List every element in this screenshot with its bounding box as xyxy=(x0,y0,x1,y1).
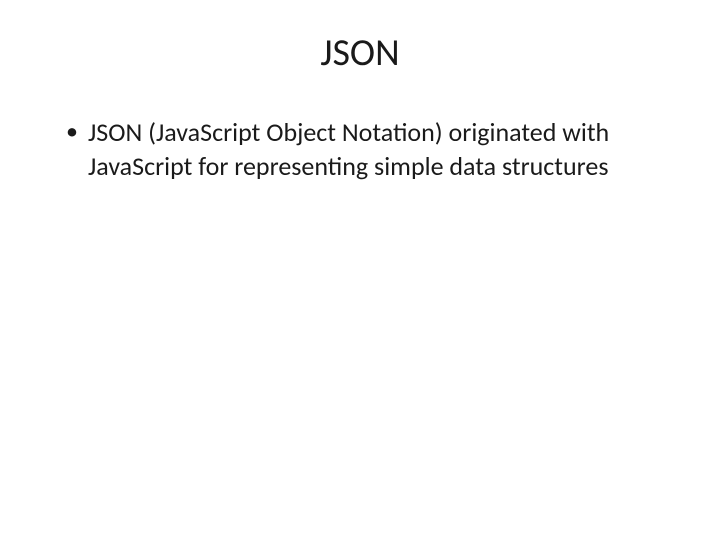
slide-title: JSON xyxy=(50,30,670,76)
bullet-list: JSON (JavaScript Object Notation) origin… xyxy=(60,116,670,184)
slide-content: JSON (JavaScript Object Notation) origin… xyxy=(50,116,670,184)
bullet-item: JSON (JavaScript Object Notation) origin… xyxy=(60,116,670,184)
slide-container: JSON JSON (JavaScript Object Notation) o… xyxy=(0,0,720,540)
